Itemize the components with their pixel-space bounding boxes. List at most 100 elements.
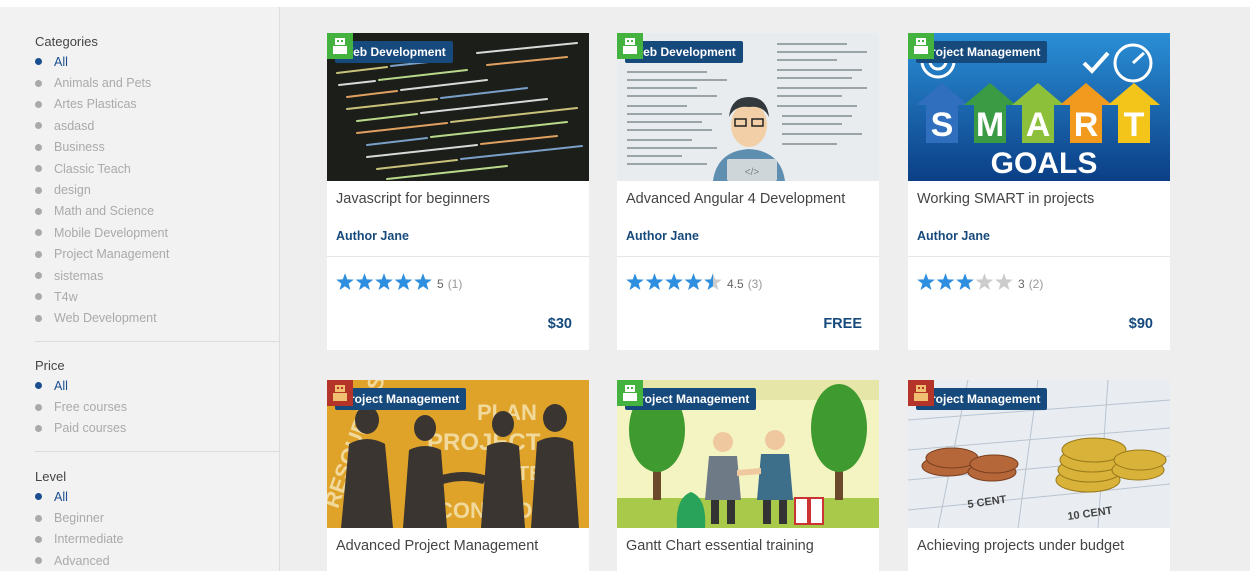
category-option-label: T4w [54, 289, 78, 304]
category-option[interactable]: Project Management [35, 244, 279, 265]
price-list: All Free courses Paid courses [35, 375, 279, 439]
category-option[interactable]: Math and Science [35, 201, 279, 222]
level-option[interactable]: Intermediate [35, 529, 279, 550]
course-title[interactable]: Achieving projects under budget [917, 538, 1124, 554]
course-title[interactable]: Advanced Project Management [336, 538, 538, 554]
smart-letter: S [931, 106, 954, 144]
star-icon [995, 273, 1013, 290]
course-card[interactable]: RESOURCES PLAN PROJECT CONTROL TEAM Proj… [327, 380, 589, 571]
category-badge[interactable]: Project Management [625, 388, 757, 410]
category-option[interactable]: All [35, 51, 279, 72]
star-filled-icon [917, 273, 935, 290]
category-badge[interactable]: Project Management [335, 388, 467, 410]
course-thumbnail: 5 CENT 10 CENT Project Management [908, 380, 1170, 528]
author-avatar [617, 33, 643, 59]
level-option-label: Intermediate [54, 532, 124, 547]
price-filter-title: Price [35, 358, 65, 373]
radio-dot-icon [35, 186, 42, 194]
category-option-label: Math and Science [54, 204, 155, 219]
course-author[interactable]: Author Jane [917, 229, 990, 243]
radio-dot-icon [35, 557, 42, 565]
radio-dot-icon [35, 229, 42, 237]
rating-value: 5 [437, 276, 444, 291]
category-option[interactable]: Animals and Pets [35, 72, 279, 93]
category-option[interactable]: Artes Plasticas [35, 94, 279, 115]
category-option-label: All [54, 54, 68, 69]
course-card[interactable]: Web Development Javascript for beginners… [327, 33, 589, 350]
star-filled-icon [684, 273, 703, 290]
filter-divider [35, 341, 279, 342]
course-author[interactable]: Author Jane [336, 229, 409, 243]
radio-dot-icon [35, 143, 42, 151]
course-card[interactable]: S M A R T GOALS Project Management Worki… [908, 33, 1170, 350]
radio-dot-icon [35, 122, 42, 130]
radio-dot-icon [35, 382, 42, 390]
card-divider [617, 256, 879, 257]
price-option[interactable]: Free courses [35, 396, 279, 417]
category-option-label: Web Development [54, 311, 157, 326]
star-filled-icon [956, 273, 974, 290]
review-count: (3) [747, 276, 763, 291]
filter-divider [35, 451, 279, 452]
course-price: $30 [547, 316, 572, 332]
rating: 4.5 (3) [626, 273, 762, 291]
level-option[interactable]: Advanced [35, 550, 279, 571]
category-option-label: Artes Plasticas [54, 97, 137, 112]
course-title[interactable]: Gantt Chart essential training [626, 538, 814, 554]
level-list: All Beginner Intermediate Advanced [35, 486, 279, 571]
category-option[interactable]: sistemas [35, 265, 279, 286]
course-thumbnail: </> Web Development [617, 33, 879, 181]
course-author[interactable]: Author Jane [626, 229, 699, 243]
category-badge[interactable]: Project Management [916, 388, 1048, 410]
star-rating-icons [917, 273, 1013, 290]
code-tag: </> [745, 167, 760, 178]
course-title[interactable]: Working SMART in projects [917, 191, 1094, 207]
level-filter-title: Level [35, 469, 67, 484]
level-option[interactable]: Beginner [35, 507, 279, 528]
radio-dot-icon [35, 424, 42, 432]
author-avatar [908, 33, 934, 59]
star-filled-icon [355, 273, 374, 290]
level-option[interactable]: All [35, 486, 279, 507]
price-option[interactable]: All [35, 375, 279, 396]
category-option[interactable]: Mobile Development [35, 222, 279, 243]
smart-letter: R [1074, 106, 1099, 144]
category-option-label: Business [54, 140, 105, 155]
category-badge[interactable]: Project Management [916, 41, 1048, 63]
course-title[interactable]: Advanced Angular 4 Development [626, 191, 845, 207]
rating-value: 3 [1018, 276, 1025, 291]
radio-dot-icon [35, 79, 42, 87]
course-card[interactable]: </> Web Development Advanced Angular 4 D… [617, 33, 879, 350]
course-title[interactable]: Javascript for beginners [336, 191, 490, 207]
star-rating-icons [336, 273, 432, 290]
course-card[interactable]: Project Management Gantt Chart essential… [617, 380, 879, 571]
radio-dot-icon [35, 100, 42, 108]
price-option[interactable]: Paid courses [35, 418, 279, 439]
price-filter: Price All Free courses Paid courses [35, 357, 279, 439]
category-list: All Animals and Pets Artes Plasticas asdasd… [35, 51, 279, 329]
course-card[interactable]: 5 CENT 10 CENT Project Management Achiev… [908, 380, 1170, 571]
category-option[interactable]: T4w [35, 286, 279, 307]
category-option[interactable]: Classic Teach [35, 158, 279, 179]
category-option[interactable]: design [35, 179, 279, 200]
radio-dot-icon [35, 293, 42, 301]
radio-dot-icon [35, 514, 42, 522]
star-filled-icon [375, 273, 393, 290]
rating: 5 (1) [336, 273, 462, 291]
author-avatar [327, 380, 353, 406]
top-bar [0, 0, 1250, 7]
radio-dot-icon [35, 165, 42, 173]
radio-dot-icon [35, 250, 42, 258]
category-option-label: sistemas [54, 268, 104, 283]
category-option[interactable]: Web Development [35, 308, 279, 329]
filter-sidebar: Categories All Animals and Pets Artes Plas… [0, 7, 280, 571]
category-option[interactable]: Business [35, 137, 279, 158]
star-icon [975, 273, 994, 290]
course-thumbnail: S M A R T GOALS Project Management [908, 33, 1170, 181]
radio-dot-icon [35, 314, 42, 322]
star-filled-icon [665, 273, 683, 290]
course-thumbnail: Project Management [617, 380, 879, 528]
star-filled-icon [936, 273, 955, 290]
category-option[interactable]: asdasd [35, 115, 279, 136]
level-option-label: All [54, 489, 68, 504]
